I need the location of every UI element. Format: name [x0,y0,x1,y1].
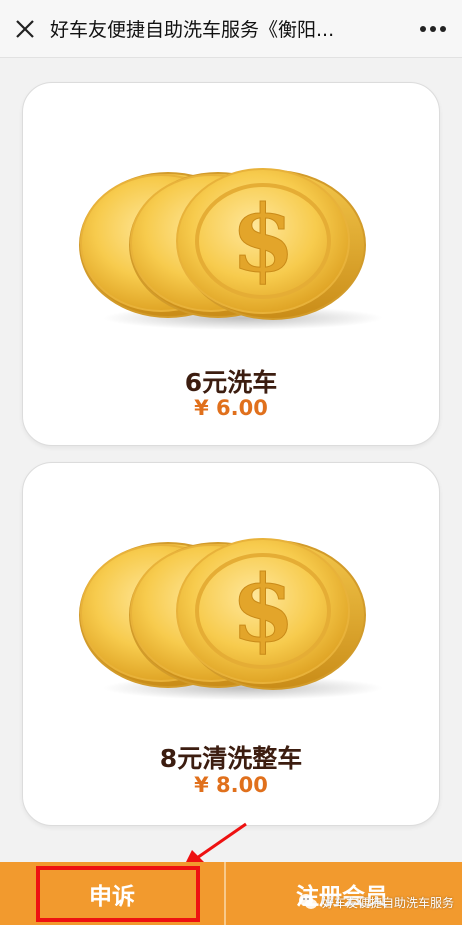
more-dots-icon [420,25,446,32]
page-title: 好车友便捷自助洗车服务《衡阳... [50,19,335,41]
watermark: 好车友便捷自助洗车服务 [297,891,454,913]
product-card-6-yuan-wash[interactable]: 6元洗车 ¥ 6.00 [22,82,440,446]
complaint-label: 申诉 [89,883,135,910]
wechat-icon [298,894,317,909]
more-options-button[interactable] [404,0,462,58]
gold-coins-icon [73,153,393,333]
top-navigation-bar: 好车友便捷自助洗车服务《衡阳... [0,0,462,58]
complaint-button[interactable]: 申诉 [0,862,226,925]
close-button[interactable] [0,0,50,58]
product-price: ¥ 6.00 [194,396,268,420]
product-card-8-yuan-full-wash[interactable]: 8元清洗整车 ¥ 8.00 [22,462,440,826]
watermark-text: 好车友便捷自助洗车服务 [321,895,454,910]
product-price: ¥ 8.00 [194,773,268,797]
product-name: 6元洗车 [184,368,278,397]
close-icon [16,19,34,38]
gold-coins-icon [73,523,393,703]
product-name: 8元清洗整车 [159,744,303,773]
